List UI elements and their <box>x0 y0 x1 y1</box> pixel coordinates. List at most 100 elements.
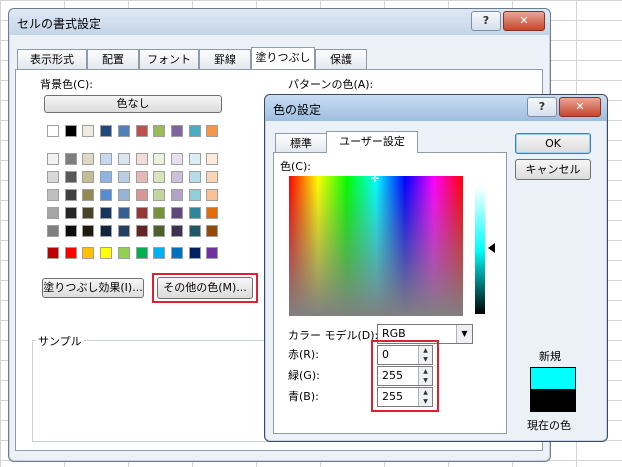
palette-swatch[interactable] <box>117 189 130 201</box>
palette-swatch[interactable] <box>206 247 219 259</box>
palette-swatch[interactable] <box>47 125 59 137</box>
palette-swatch[interactable] <box>47 153 59 165</box>
color-spectrum[interactable] <box>289 176 463 316</box>
palette-swatch[interactable] <box>170 247 183 259</box>
tab-fill[interactable]: 塗りつぶし <box>251 47 315 69</box>
no-color-button[interactable]: 色なし <box>44 95 222 113</box>
palette-swatch[interactable] <box>135 225 148 237</box>
palette-swatch[interactable] <box>188 247 201 259</box>
palette-swatch[interactable] <box>135 153 148 165</box>
palette-swatch[interactable] <box>82 225 95 237</box>
palette-swatch[interactable] <box>47 247 59 259</box>
palette-swatch[interactable] <box>47 207 59 219</box>
sample-preview <box>32 340 274 442</box>
cancel-button[interactable]: キャンセル <box>515 159 591 180</box>
close-button[interactable]: ✕ <box>503 11 545 31</box>
green-label: 緑(G): <box>288 369 320 382</box>
palette-swatch[interactable] <box>82 189 95 201</box>
palette-swatch[interactable] <box>135 171 148 183</box>
chevron-down-icon[interactable]: ▼ <box>456 325 472 343</box>
palette-swatch[interactable] <box>64 207 77 219</box>
palette-swatch[interactable] <box>153 153 166 165</box>
palette-swatch[interactable] <box>117 125 130 137</box>
color-close-button[interactable]: ✕ <box>559 97 601 117</box>
luminance-slider[interactable] <box>475 186 485 314</box>
palette-swatch[interactable] <box>188 153 201 165</box>
tab-number[interactable]: 表示形式 <box>17 49 87 69</box>
palette-swatch[interactable] <box>135 247 148 259</box>
palette-swatch[interactable] <box>188 225 201 237</box>
palette-swatch[interactable] <box>64 153 77 165</box>
color-help-button[interactable]: ? <box>527 97 557 117</box>
palette-swatch[interactable] <box>82 171 95 183</box>
format-cells-title: セルの書式設定 <box>17 17 102 31</box>
palette-swatch[interactable] <box>82 247 95 259</box>
palette-swatch[interactable] <box>82 207 95 219</box>
palette-swatch[interactable] <box>153 125 166 137</box>
palette-swatch[interactable] <box>64 125 77 137</box>
palette-swatch[interactable] <box>170 171 183 183</box>
palette-swatch[interactable] <box>188 125 201 137</box>
tab-standard[interactable]: 標準 <box>275 133 327 153</box>
palette-swatch[interactable] <box>100 171 113 183</box>
palette-swatch[interactable] <box>100 153 113 165</box>
palette-swatch[interactable] <box>117 153 130 165</box>
palette-swatch[interactable] <box>135 125 148 137</box>
palette-swatch[interactable] <box>170 225 183 237</box>
palette-swatch[interactable] <box>64 189 77 201</box>
spectrum-crosshair-icon: ✛ <box>370 174 380 185</box>
tab-alignment[interactable]: 配置 <box>87 49 139 69</box>
help-button[interactable]: ? <box>471 11 501 31</box>
palette-swatch[interactable] <box>153 207 166 219</box>
palette-swatch[interactable] <box>82 125 95 137</box>
palette-swatch[interactable] <box>100 247 113 259</box>
palette-swatch[interactable] <box>64 247 77 259</box>
rgb-values-highlight <box>371 340 439 412</box>
tab-custom[interactable]: ユーザー設定 <box>326 131 418 153</box>
palette-swatch[interactable] <box>153 189 166 201</box>
tab-protection[interactable]: 保護 <box>315 49 367 69</box>
palette-swatch[interactable] <box>100 189 113 201</box>
palette-swatch[interactable] <box>206 207 219 219</box>
palette-swatch[interactable] <box>117 225 130 237</box>
palette-swatch[interactable] <box>206 189 219 201</box>
palette-swatch[interactable] <box>117 247 130 259</box>
palette-swatch[interactable] <box>153 225 166 237</box>
new-color-label: 新規 <box>539 350 561 363</box>
palette-swatch[interactable] <box>47 225 59 237</box>
palette-swatch[interactable] <box>188 171 201 183</box>
palette-swatch[interactable] <box>170 207 183 219</box>
palette-swatch[interactable] <box>206 225 219 237</box>
palette-swatch[interactable] <box>153 247 166 259</box>
palette-swatch[interactable] <box>47 171 59 183</box>
palette-swatch[interactable] <box>47 189 59 201</box>
fill-effects-button[interactable]: 塗りつぶし効果(I)... <box>42 278 144 298</box>
palette-swatch[interactable] <box>170 189 183 201</box>
color-dialog-titlebar: 色の設定 ? ✕ <box>265 95 607 121</box>
palette-swatch[interactable] <box>64 171 77 183</box>
palette-swatch[interactable] <box>82 153 95 165</box>
tab-border[interactable]: 罫線 <box>199 49 251 69</box>
tab-font[interactable]: フォント <box>139 49 199 69</box>
palette-swatch[interactable] <box>135 207 148 219</box>
palette-swatch[interactable] <box>206 153 219 165</box>
ok-button[interactable]: OK <box>515 133 591 154</box>
palette-swatch[interactable] <box>170 153 183 165</box>
palette-swatch[interactable] <box>117 171 130 183</box>
sample-label: サンプル <box>36 333 84 349</box>
color-model-value: RGB <box>382 327 406 340</box>
palette-swatch[interactable] <box>206 125 219 137</box>
luminance-pointer-icon[interactable] <box>488 243 495 253</box>
palette-swatch[interactable] <box>64 225 77 237</box>
palette-swatch[interactable] <box>188 189 201 201</box>
palette-swatch[interactable] <box>100 125 113 137</box>
palette-swatch[interactable] <box>117 207 130 219</box>
palette-swatch[interactable] <box>100 207 113 219</box>
palette-swatch[interactable] <box>135 189 148 201</box>
palette-swatch[interactable] <box>206 171 219 183</box>
palette-swatch[interactable] <box>188 207 201 219</box>
palette-swatch[interactable] <box>170 125 183 137</box>
palette-swatch[interactable] <box>100 225 113 237</box>
blue-label: 青(B): <box>288 390 319 403</box>
palette-swatch[interactable] <box>153 171 166 183</box>
